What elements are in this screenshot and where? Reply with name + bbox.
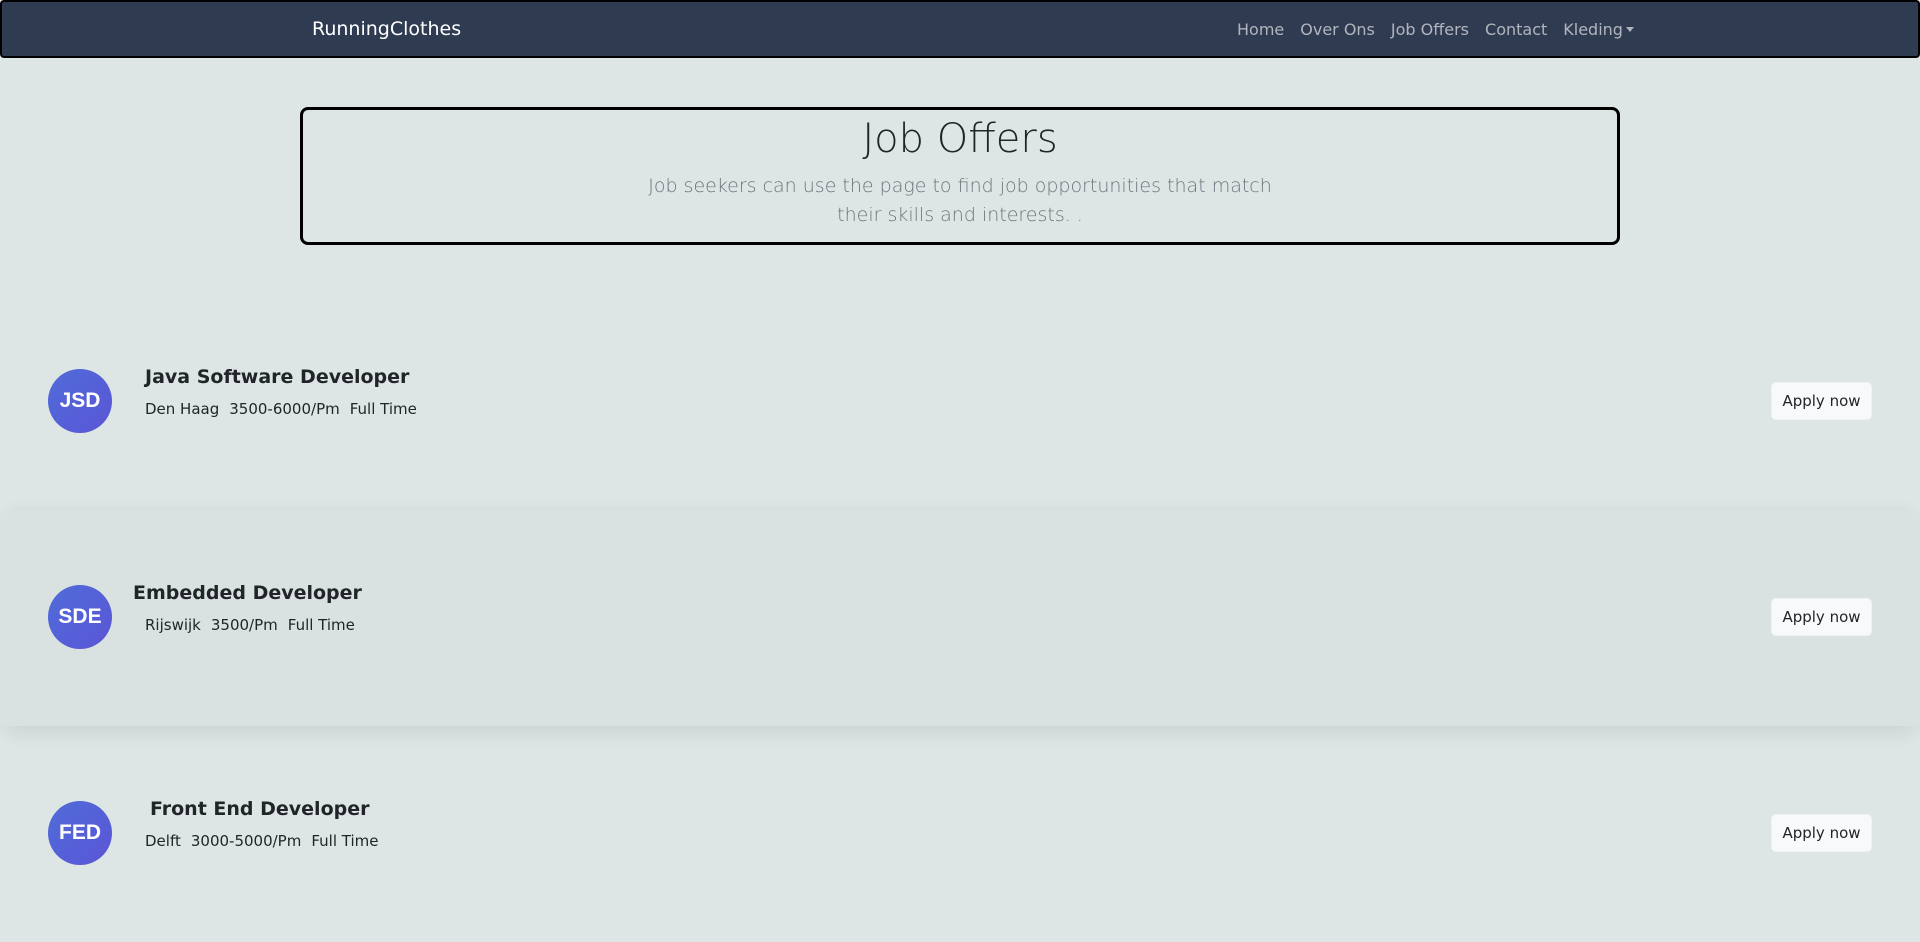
job-type: Full Time bbox=[287, 616, 355, 634]
caret-down-icon bbox=[1625, 27, 1634, 32]
job-row: FED Front End Developer Delft 3000-5000/… bbox=[0, 726, 1920, 942]
top-navbar: RunningClothes Home Over Ons Job Offers … bbox=[0, 0, 1920, 58]
job-location: Delft bbox=[145, 832, 181, 850]
job-title: Java Software Developer bbox=[145, 366, 410, 388]
nav-contact-link[interactable]: Contact bbox=[1485, 20, 1547, 39]
job-row: SDE Embedded Developer Rijswijk 3500/Pm … bbox=[0, 510, 1920, 726]
job-title: Front End Developer bbox=[150, 798, 370, 820]
job-type: Full Time bbox=[349, 400, 417, 418]
job-title: Embedded Developer bbox=[133, 582, 362, 604]
job-location: Den Haag bbox=[145, 400, 220, 418]
hero-box: Job Offers Job seekers can use the page … bbox=[300, 107, 1620, 245]
job-avatar: JSD bbox=[48, 369, 112, 433]
job-type: Full Time bbox=[311, 832, 379, 850]
brand-logo-link[interactable]: RunningClothes bbox=[312, 18, 461, 40]
nav-links: Home Over Ons Job Offers Contact Kleding bbox=[1237, 20, 1650, 39]
nav-over-ons-link[interactable]: Over Ons bbox=[1300, 20, 1375, 39]
nav-job-offers-link[interactable]: Job Offers bbox=[1391, 20, 1469, 39]
job-meta: Delft 3000-5000/Pm Full Time bbox=[145, 832, 378, 850]
nav-kleding-dropdown[interactable]: Kleding bbox=[1563, 20, 1634, 39]
job-row: JSD Java Software Developer Den Haag 350… bbox=[0, 294, 1920, 510]
job-meta: Rijswijk 3500/Pm Full Time bbox=[145, 616, 355, 634]
job-location: Rijswijk bbox=[145, 616, 201, 634]
apply-now-button[interactable]: Apply now bbox=[1771, 598, 1872, 636]
apply-now-button[interactable]: Apply now bbox=[1771, 382, 1872, 420]
page-title: Job Offers bbox=[862, 116, 1058, 162]
job-avatar: FED bbox=[48, 801, 112, 865]
job-salary: 3500-6000/Pm bbox=[229, 400, 340, 418]
job-salary: 3000-5000/Pm bbox=[190, 832, 302, 850]
nav-home-link[interactable]: Home bbox=[1237, 20, 1284, 39]
page-subtitle: Job seekers can use the page to find job… bbox=[648, 175, 1272, 227]
nav-kleding-label: Kleding bbox=[1563, 20, 1623, 39]
job-salary: 3500/Pm bbox=[210, 616, 278, 634]
job-avatar: SDE bbox=[48, 585, 112, 649]
job-meta: Den Haag 3500-6000/Pm Full Time bbox=[145, 400, 417, 418]
apply-now-button[interactable]: Apply now bbox=[1771, 814, 1872, 852]
